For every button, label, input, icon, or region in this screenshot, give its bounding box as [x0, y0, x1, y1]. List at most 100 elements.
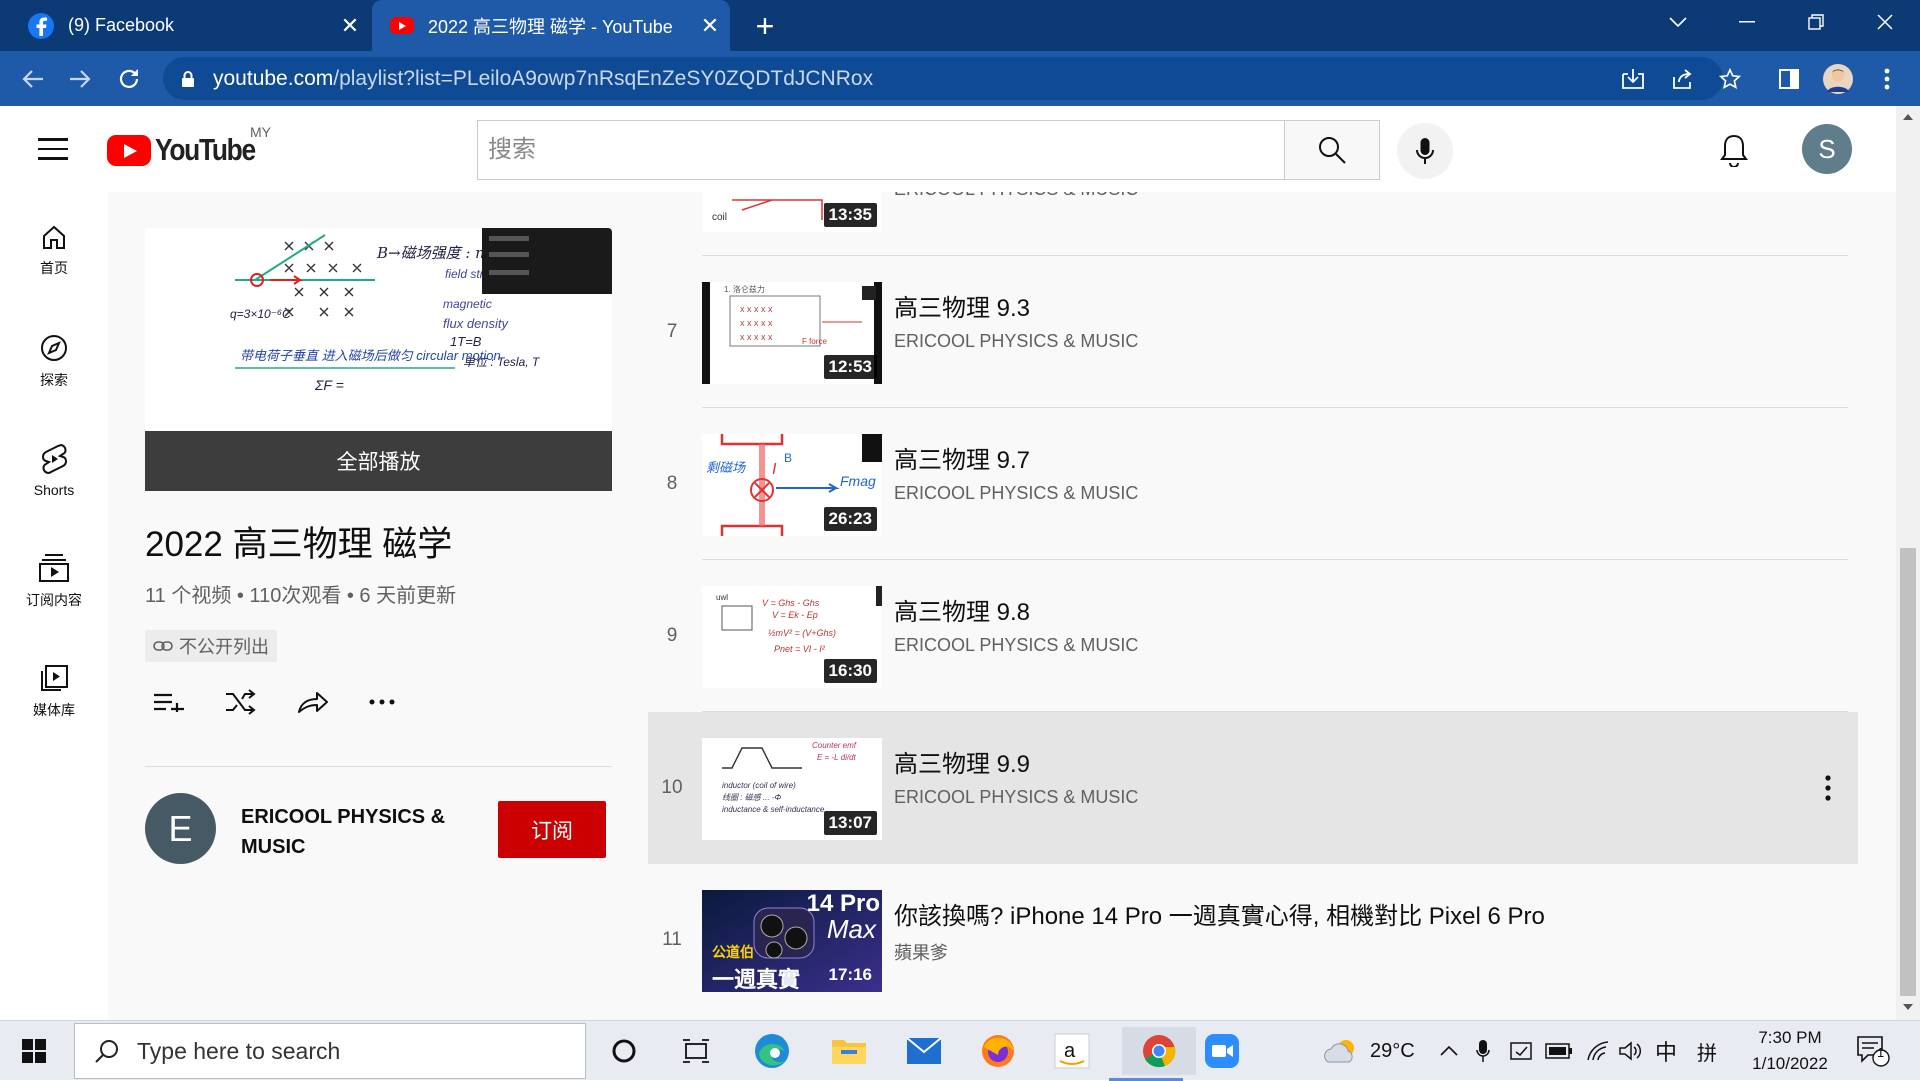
scroll-up-icon[interactable] [1903, 114, 1913, 120]
youtube-icon [390, 17, 414, 34]
video-title[interactable]: 高三物理 9.9 [894, 744, 1030, 779]
divider [145, 766, 612, 767]
guide-item-library[interactable]: 媒体库 [0, 664, 108, 720]
video-channel[interactable]: ERICOOL PHYSICS & MUSIC [894, 483, 1138, 504]
subscriptions-icon [39, 554, 69, 582]
youtube-logo[interactable]: YouTube MY [107, 124, 273, 168]
security-tray-icon[interactable] [1510, 1021, 1534, 1081]
forward-arrow-icon[interactable] [61, 60, 99, 98]
playlist-video-row[interactable]: 6 coil 13:35 ERICOOL PHYSICS & MUSIC [648, 192, 1858, 256]
video-index: 10 [661, 777, 683, 798]
tab-facebook[interactable]: (9) Facebook ✕ [0, 0, 370, 51]
video-channel[interactable]: ERICOOL PHYSICS & MUSIC [894, 635, 1138, 656]
weather-widget[interactable]: 29°C [1322, 1021, 1415, 1081]
playlist-video-row[interactable]: 11 14 Pro Max 公道伯 一週真實 17:16 你該換嗎? iPhon… [648, 864, 1858, 1016]
notifications-bell-icon[interactable] [1720, 133, 1756, 169]
guide-item-home[interactable]: 首页 [0, 224, 108, 278]
show-hidden-icons-chevron-icon[interactable] [1440, 1021, 1458, 1081]
more-actions-icon[interactable] [361, 682, 433, 722]
browser-menu-icon[interactable] [1871, 63, 1903, 95]
ime-language-indicator[interactable]: 中 [1655, 1021, 1677, 1081]
video-title[interactable]: 你該換嗎? iPhone 14 Pro 一週真實心得, 相機對比 Pixel 6… [894, 896, 1545, 931]
close-window-button[interactable] [1850, 0, 1920, 44]
guide-item-subscriptions[interactable]: 订阅内容 [0, 554, 108, 610]
chrome-icon[interactable] [1109, 1027, 1196, 1081]
video-thumbnail[interactable]: inductor (coil of wire) 线圈 : 磁感 ... -Φ ind… [702, 738, 882, 840]
subscribe-button[interactable]: 订阅 [498, 801, 606, 858]
ime-mode-indicator[interactable]: 拼 [1697, 1021, 1717, 1081]
microphone-tray-icon[interactable] [1476, 1021, 1490, 1081]
playlist-video-row[interactable]: 9 V = Ghs - Ghs V = Ek - Ep ½mV² = (V+Ghs)… [648, 560, 1858, 712]
firefox-icon[interactable] [974, 1027, 1022, 1075]
account-avatar[interactable]: S [1802, 124, 1852, 174]
channel-avatar[interactable]: E [145, 793, 216, 864]
tab-youtube[interactable]: 2022 高三物理 磁学 - YouTube ✕ [372, 0, 730, 51]
video-thumbnail[interactable]: V = Ghs - Ghs V = Ek - Ep ½mV² = (V+Ghs) Pn… [702, 586, 882, 688]
install-app-icon[interactable] [1617, 63, 1649, 95]
video-channel[interactable]: ERICOOL PHYSICS & MUSIC [894, 331, 1138, 352]
file-explorer-icon[interactable] [825, 1027, 873, 1075]
amazon-icon[interactable]: a [1048, 1027, 1096, 1075]
thumbnail-text: Max [826, 914, 876, 944]
edge-browser-icon[interactable] [748, 1027, 796, 1075]
profile-avatar-icon[interactable] [1822, 63, 1854, 95]
close-tab-icon[interactable]: ✕ [690, 13, 730, 39]
video-title[interactable]: 高三物理 9.3 [894, 288, 1030, 323]
mail-icon[interactable] [900, 1027, 948, 1075]
more-options-icon[interactable] [1818, 770, 1838, 806]
youtube-play-icon [107, 134, 151, 166]
page-scrollbar[interactable] [1896, 106, 1920, 1020]
playlist-video-row[interactable]: 8 剩磁场 Fmag I B 26:23 高三物理 9.7 ERICOOL PHYSI… [648, 408, 1858, 560]
video-thumbnail[interactable]: x x x x x x x x x x x x x x x 1. 洛仑兹力 F forc… [702, 282, 882, 384]
playlist-video-row[interactable]: 10 inductor (coil of wire) 线圈 : 磁感 ... -Φ… [648, 712, 1858, 864]
close-tab-icon[interactable]: ✕ [330, 13, 370, 39]
search-button[interactable] [1284, 120, 1380, 180]
search-input[interactable] [477, 120, 1284, 180]
hamburger-menu-icon[interactable] [38, 138, 68, 160]
zoom-icon[interactable] [1198, 1027, 1246, 1075]
playlist-video-row[interactable]: 7 x x x x x x x x x x x x x x x 1. 洛仑兹力 F fo… [648, 256, 1858, 408]
video-title[interactable]: 高三物理 9.8 [894, 592, 1030, 627]
side-panel-icon[interactable] [1773, 63, 1805, 95]
system-clock[interactable]: 7:30 PM 1/10/2022 [1740, 1025, 1840, 1077]
task-view-icon[interactable] [672, 1027, 720, 1075]
video-thumbnail[interactable]: coil 13:35 [702, 192, 882, 232]
video-channel[interactable]: 蘋果爹 [894, 939, 948, 965]
minimize-button[interactable] [1712, 0, 1782, 44]
tab-search-chevron-icon[interactable] [1643, 0, 1713, 44]
action-center-icon[interactable]: 1 [1856, 1021, 1890, 1081]
play-all-button[interactable]: 全部播放 [145, 431, 612, 491]
share-arrow-icon[interactable] [289, 682, 361, 722]
voice-search-button[interactable] [1397, 123, 1453, 179]
shuffle-icon[interactable] [217, 682, 289, 722]
battery-icon[interactable] [1545, 1021, 1573, 1081]
playlist-thumbnail[interactable]: B→磁场强度 : magnetic field str magnetic flu… [145, 228, 612, 431]
video-title[interactable]: 高三物理 9.7 [894, 440, 1030, 475]
wifi-icon[interactable] [1586, 1021, 1610, 1081]
guide-item-shorts[interactable]: Shorts [0, 444, 108, 498]
new-tab-button[interactable]: + [745, 6, 785, 46]
guide-item-explore[interactable]: 探索 [0, 334, 108, 390]
address-bar[interactable]: youtube.com/playlist?list=PLeiloA9owp7nR… [163, 57, 1723, 100]
windows-start-icon[interactable] [10, 1027, 58, 1075]
share-icon[interactable] [1666, 63, 1698, 95]
cortana-icon[interactable] [600, 1027, 648, 1075]
tab-title: 2022 高三物理 磁学 - YouTube [428, 16, 673, 37]
video-channel[interactable]: ERICOOL PHYSICS & MUSIC [894, 787, 1138, 808]
video-thumbnail[interactable]: 剩磁场 Fmag I B 26:23 [702, 434, 882, 536]
scrollbar-thumb[interactable] [1900, 548, 1916, 996]
bookmark-star-icon[interactable] [1714, 63, 1746, 95]
volume-icon[interactable] [1618, 1021, 1642, 1081]
svg-text:V = Ghs - Ghs: V = Ghs - Ghs [762, 598, 820, 608]
svg-text:Counter emf: Counter emf [812, 741, 857, 750]
svg-text:F force: F force [802, 337, 827, 346]
back-arrow-icon[interactable] [14, 60, 52, 98]
svg-text:½mV² = (V+Ghs): ½mV² = (V+Ghs) [768, 628, 836, 638]
restore-button[interactable] [1781, 0, 1851, 44]
scroll-down-icon[interactable] [1903, 1004, 1913, 1010]
reload-icon[interactable] [110, 60, 148, 98]
add-to-queue-icon[interactable] [145, 682, 217, 722]
channel-name[interactable]: ERICOOL PHYSICS & MUSIC [241, 802, 451, 862]
taskbar-search-box[interactable]: Type here to search [74, 1023, 586, 1079]
video-thumbnail[interactable]: 14 Pro Max 公道伯 一週真實 17:16 [702, 890, 882, 992]
